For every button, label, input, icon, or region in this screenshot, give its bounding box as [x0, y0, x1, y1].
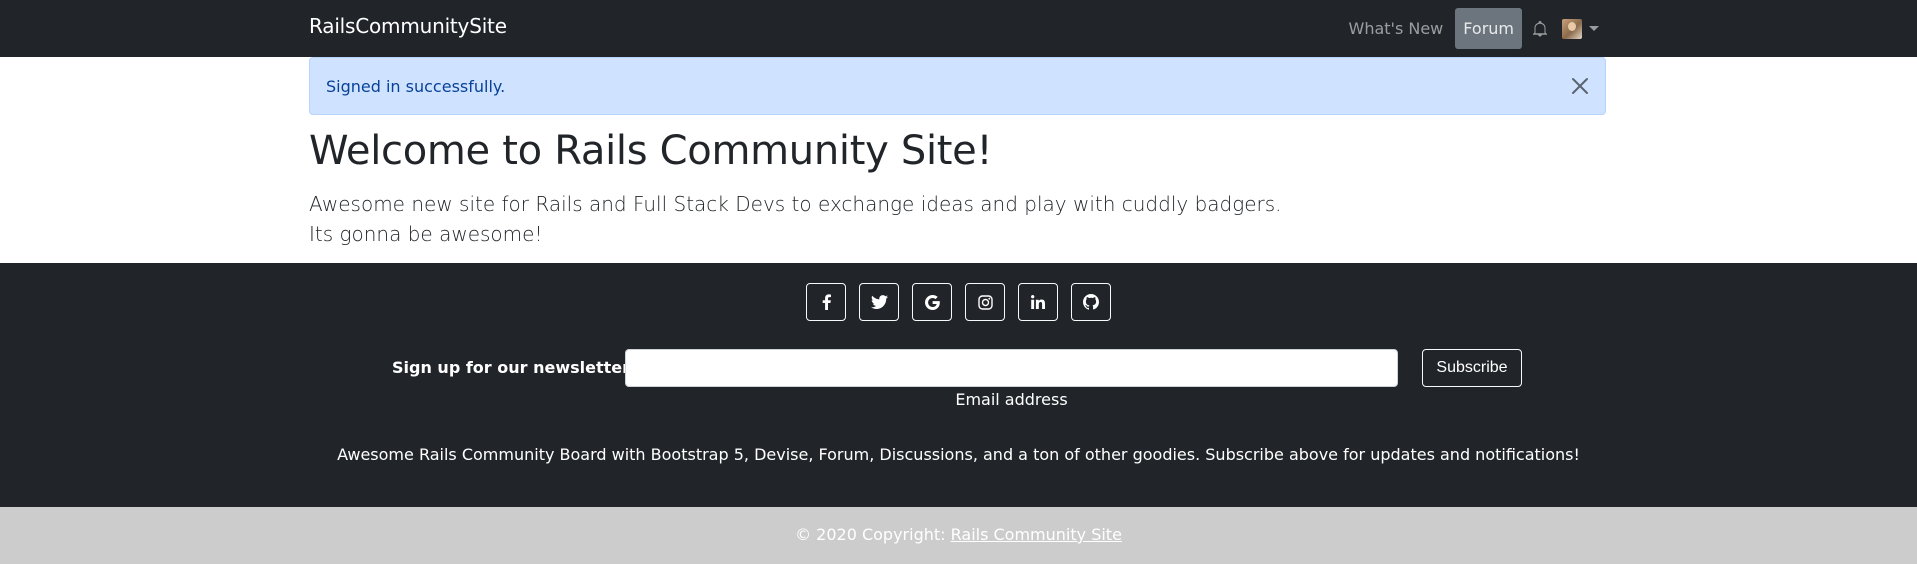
- footer-description: Awesome Rails Community Board with Boots…: [337, 445, 1580, 464]
- nav-right: What's New Forum: [1341, 0, 1599, 57]
- bell-icon: [1533, 20, 1547, 36]
- facebook-button[interactable]: [806, 283, 846, 321]
- top-navbar: RailsCommunitySite What's New Forum: [0, 0, 1917, 57]
- google-button[interactable]: [912, 283, 952, 321]
- user-menu-toggle[interactable]: [1554, 8, 1599, 49]
- instagram-button[interactable]: [965, 283, 1005, 321]
- copyright-text: © 2020 Copyright: Rails Community Site: [0, 525, 1917, 544]
- social-links: [0, 283, 1917, 321]
- page-title: Welcome to Rails Community Site!: [309, 128, 993, 174]
- twitter-button[interactable]: [859, 283, 899, 321]
- brand-link[interactable]: RailsCommunitySite: [309, 14, 507, 38]
- github-button[interactable]: [1071, 283, 1111, 321]
- close-icon: [1572, 78, 1588, 94]
- alert-message: Signed in successfully.: [326, 76, 506, 96]
- linkedin-icon: [1031, 295, 1045, 309]
- nav-link-forum[interactable]: Forum: [1455, 8, 1522, 49]
- hero-lead-line-1: Awesome new site for Rails and Full Stac…: [309, 192, 1282, 216]
- facebook-icon: [822, 294, 831, 310]
- subscribe-button[interactable]: Subscribe: [1422, 349, 1522, 387]
- linkedin-button[interactable]: [1018, 283, 1058, 321]
- nav-link-whats-new[interactable]: What's New: [1341, 8, 1452, 49]
- copyright-bar: © 2020 Copyright: Rails Community Site: [0, 507, 1917, 564]
- user-avatar: [1562, 18, 1582, 39]
- hero-lead: Awesome new site for Rails and Full Stac…: [309, 189, 1282, 249]
- newsletter-email-input[interactable]: [625, 349, 1398, 387]
- copyright-prefix: © 2020 Copyright:: [795, 525, 951, 544]
- chevron-down-icon: [1589, 26, 1599, 31]
- alert-close-button[interactable]: [1569, 75, 1591, 97]
- github-icon: [1083, 294, 1099, 310]
- site-footer: Sign up for our newsletter Email address…: [0, 263, 1917, 507]
- notifications-button[interactable]: [1526, 8, 1554, 49]
- flash-alert: Signed in successfully.: [309, 57, 1606, 115]
- instagram-icon: [977, 294, 993, 310]
- twitter-icon: [870, 295, 888, 309]
- google-icon: [924, 294, 940, 310]
- email-help-text: Email address: [955, 390, 1068, 409]
- hero-lead-line-2: Its gonna be awesome!: [309, 222, 543, 246]
- newsletter-label: Sign up for our newsletter: [392, 358, 631, 377]
- copyright-link[interactable]: Rails Community Site: [951, 525, 1122, 544]
